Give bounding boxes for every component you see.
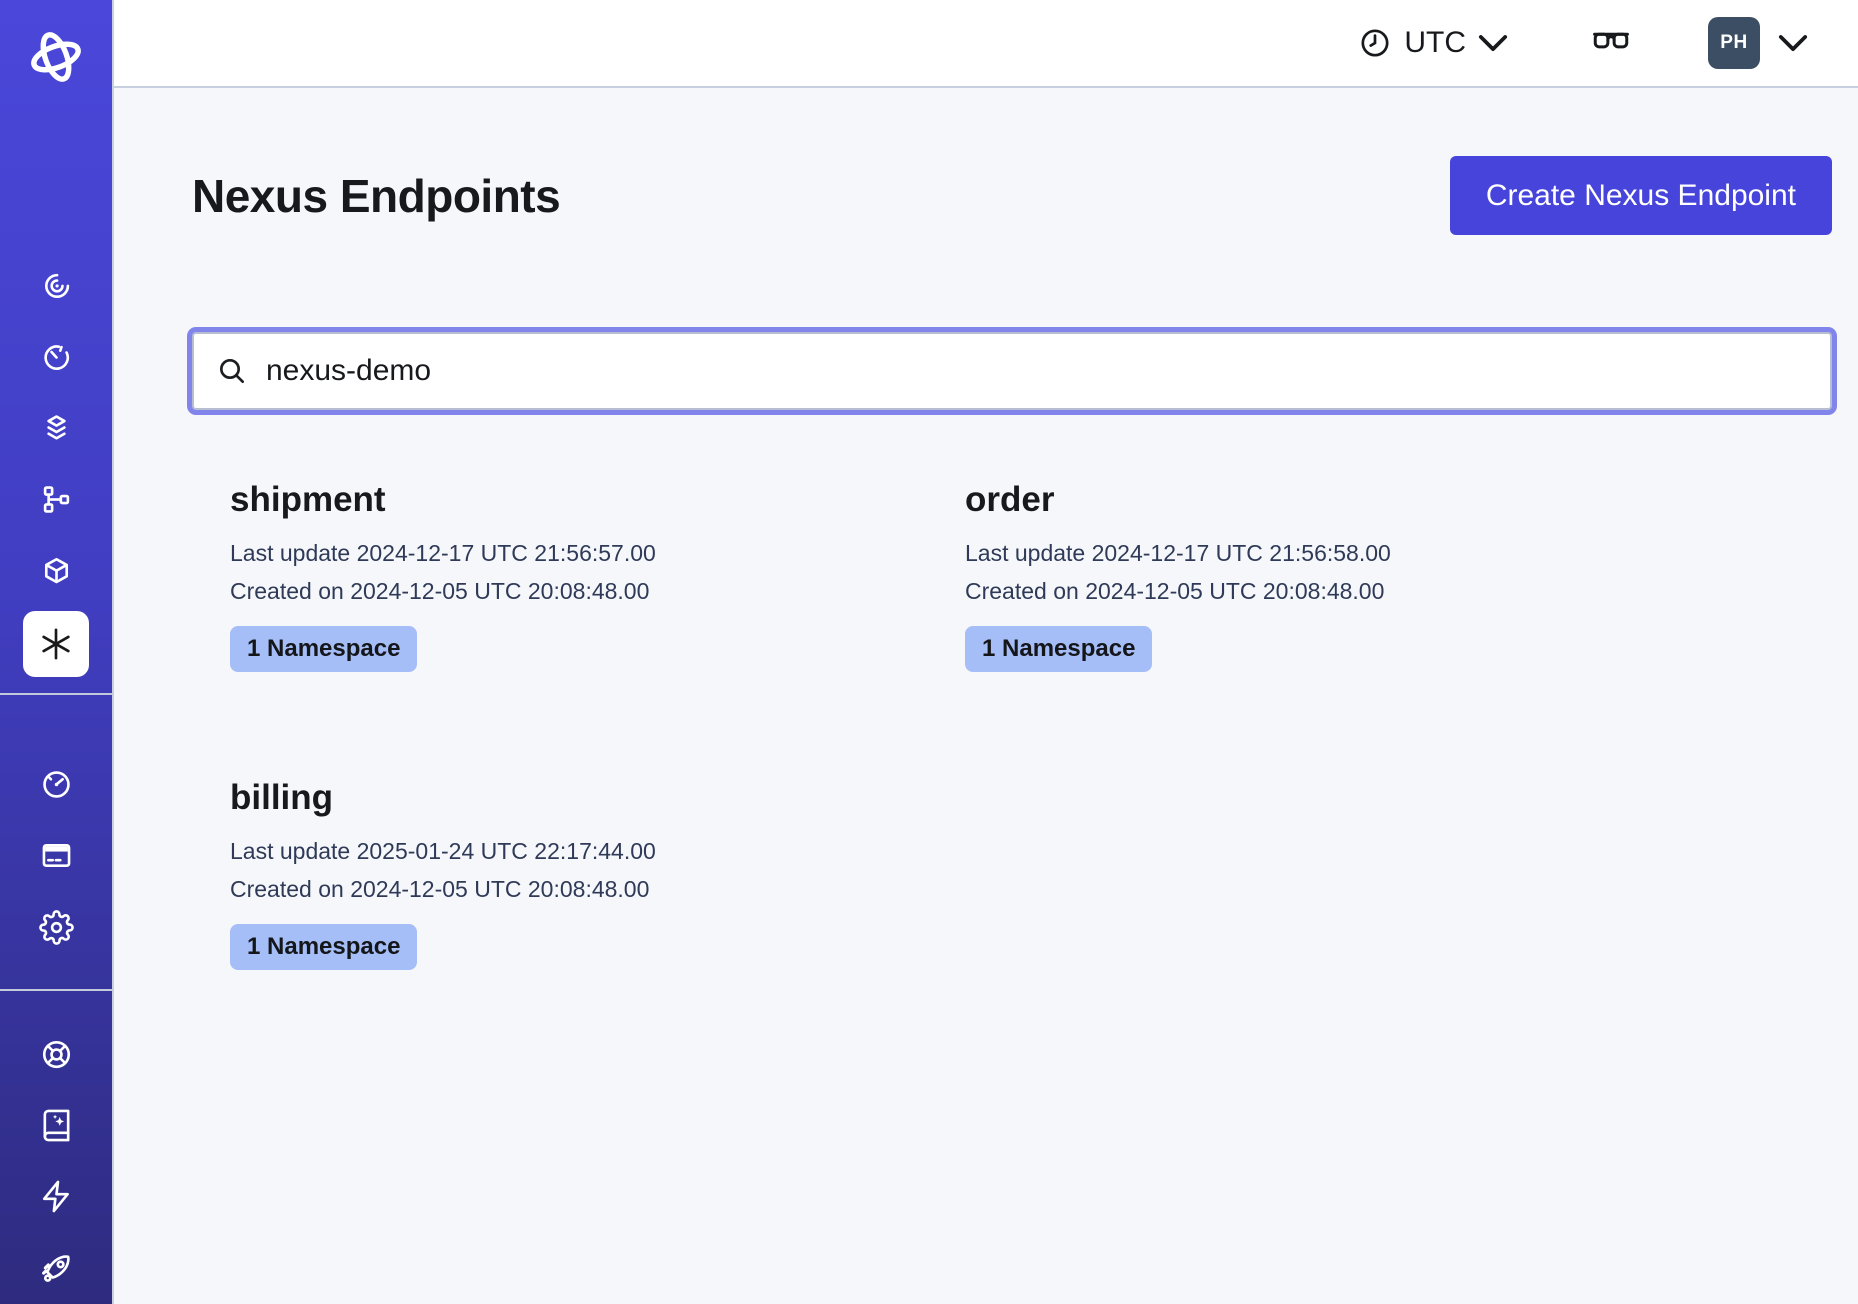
sidebar-item-schedules[interactable] xyxy=(0,322,113,393)
timezone-selector[interactable]: UTC xyxy=(1358,26,1508,60)
sidebar-item-docs[interactable] xyxy=(0,1090,113,1161)
endpoint-created-on: Created on 2024-12-05 UTC 20:08:48.00 xyxy=(230,572,965,610)
sidebar-item-nexus-active xyxy=(0,611,113,677)
sidebar-item-support[interactable] xyxy=(0,1019,113,1090)
app-root: UTC PH xyxy=(0,0,1858,1304)
sidebar xyxy=(0,0,114,1304)
gear-icon xyxy=(39,910,74,945)
namespace-badge: 1 Namespace xyxy=(230,924,417,970)
timer-icon xyxy=(39,340,74,375)
title-row: Nexus Endpoints Create Nexus Endpoint xyxy=(192,156,1832,235)
page-title: Nexus Endpoints xyxy=(192,169,560,223)
layers-icon xyxy=(39,411,74,446)
main-column: UTC PH xyxy=(114,0,1858,1304)
sidebar-item-feedback[interactable] xyxy=(0,1161,113,1232)
endpoint-name: shipment xyxy=(230,480,965,520)
endpoint-list: shipment Last update 2024-12-17 UTC 21:5… xyxy=(192,480,1832,970)
gauge-icon xyxy=(39,767,74,802)
clock-icon xyxy=(1358,26,1392,60)
sidebar-item-workflows[interactable] xyxy=(0,250,113,321)
endpoint-card-shipment[interactable]: shipment Last update 2024-12-17 UTC 21:5… xyxy=(230,480,965,672)
avatar: PH xyxy=(1708,17,1760,69)
sidebar-item-batch[interactable] xyxy=(0,393,113,464)
endpoint-last-update: Last update 2025-01-24 UTC 22:17:44.00 xyxy=(230,832,965,870)
endpoint-name: order xyxy=(965,480,1700,520)
sidebar-item-usage[interactable] xyxy=(0,749,113,820)
sidebar-item-relationships[interactable] xyxy=(0,464,113,535)
lifebuoy-icon xyxy=(39,1037,74,1072)
rocket-icon xyxy=(39,1251,74,1286)
sidebar-divider xyxy=(0,989,113,991)
chevron-down-icon xyxy=(1778,34,1808,53)
lightning-icon xyxy=(39,1179,74,1214)
cube-icon xyxy=(39,554,74,589)
endpoint-last-update: Last update 2024-12-17 UTC 21:56:58.00 xyxy=(965,534,1700,572)
sidebar-item-settings[interactable] xyxy=(0,891,113,962)
glasses-icon xyxy=(1590,22,1632,64)
search-box xyxy=(192,332,1832,410)
sidebar-item-getting-started[interactable] xyxy=(0,1233,113,1304)
sidebar-item-billing[interactable] xyxy=(0,820,113,891)
chevron-down-icon xyxy=(1478,34,1508,53)
page-content: Nexus Endpoints Create Nexus Endpoint sh… xyxy=(114,88,1858,970)
asterisk-icon xyxy=(36,624,76,664)
sidebar-item-deployments[interactable] xyxy=(0,536,113,607)
create-nexus-endpoint-button[interactable]: Create Nexus Endpoint xyxy=(1450,156,1832,235)
sidebar-divider xyxy=(0,693,113,695)
spiral-icon xyxy=(39,269,74,304)
search-icon xyxy=(216,355,248,387)
timezone-label: UTC xyxy=(1404,26,1466,60)
search-input[interactable] xyxy=(264,340,1808,402)
sidebar-item-nexus[interactable] xyxy=(23,611,89,677)
endpoint-name: billing xyxy=(230,778,965,818)
endpoint-created-on: Created on 2024-12-05 UTC 20:08:48.00 xyxy=(230,870,965,908)
namespace-badge: 1 Namespace xyxy=(965,626,1152,672)
endpoint-card-order[interactable]: order Last update 2024-12-17 UTC 21:56:5… xyxy=(965,480,1700,672)
user-menu[interactable]: PH xyxy=(1708,17,1808,69)
endpoint-card-billing[interactable]: billing Last update 2025-01-24 UTC 22:17… xyxy=(230,778,965,970)
credit-card-icon xyxy=(39,838,74,873)
flow-nodes-icon xyxy=(39,482,74,517)
namespace-badge: 1 Namespace xyxy=(230,626,417,672)
temporal-logo-icon[interactable] xyxy=(25,26,87,88)
book-sparkle-icon xyxy=(39,1108,74,1143)
endpoint-last-update: Last update 2024-12-17 UTC 21:56:57.00 xyxy=(230,534,965,572)
endpoint-created-on: Created on 2024-12-05 UTC 20:08:48.00 xyxy=(965,572,1700,610)
read-only-glasses-button[interactable] xyxy=(1590,22,1632,64)
top-bar: UTC PH xyxy=(114,0,1858,88)
